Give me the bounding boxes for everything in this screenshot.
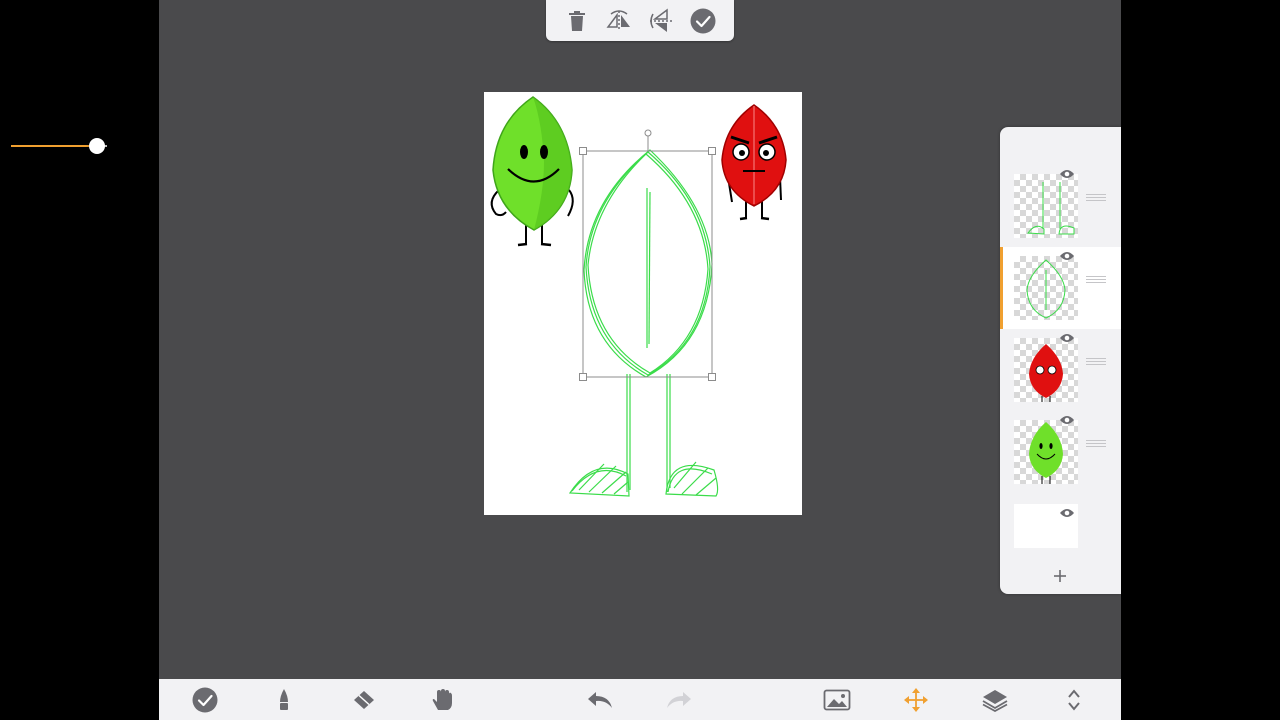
- hand-icon: [432, 689, 452, 710]
- expand-icon: [1068, 689, 1080, 711]
- transform-toolbar: [546, 0, 734, 41]
- layer-row-red-character[interactable]: [1000, 329, 1121, 411]
- add-layer-icon[interactable]: [1050, 566, 1070, 586]
- check-circle-icon: [192, 687, 218, 713]
- eye-icon[interactable]: [1059, 507, 1075, 519]
- layer-thumbnail: [1014, 420, 1078, 484]
- done-button[interactable]: [190, 685, 220, 715]
- layer-thumbnail: [1014, 174, 1078, 238]
- layer-thumbnail: [1014, 338, 1078, 402]
- trash-icon: [569, 10, 585, 31]
- undo-button[interactable]: [585, 685, 615, 715]
- drag-handle-icon[interactable]: [1086, 194, 1106, 202]
- undo-icon: [588, 692, 612, 708]
- green-leaf-character: [490, 96, 574, 247]
- layer-opacity-slider[interactable]: [11, 138, 107, 154]
- redo-button[interactable]: [664, 685, 694, 715]
- flip-vertical-icon: [650, 8, 672, 32]
- brush-icon: [280, 689, 288, 710]
- layer-row-background[interactable]: [1000, 494, 1121, 554]
- eye-icon[interactable]: [1059, 250, 1075, 262]
- leaf-body-sketch: [583, 149, 713, 378]
- drawing-canvas[interactable]: [484, 92, 802, 515]
- layer-row-legs[interactable]: [1000, 165, 1121, 247]
- layers-button[interactable]: [980, 685, 1010, 715]
- bottom-toolbar: [159, 679, 1121, 720]
- layer-thumbnail: [1014, 256, 1078, 320]
- red-leaf-character: [721, 104, 787, 221]
- opacity-knob[interactable]: [89, 138, 106, 154]
- layers-icon: [982, 690, 1008, 712]
- flip-vertical-button[interactable]: [646, 6, 676, 36]
- eraser-tool-button[interactable]: [348, 685, 378, 715]
- hand-tool-button[interactable]: [427, 685, 457, 715]
- layer-row-green-character[interactable]: [1000, 411, 1121, 493]
- delete-button[interactable]: [562, 6, 592, 36]
- drag-handle-icon[interactable]: [1086, 358, 1106, 366]
- redo-icon: [667, 692, 691, 708]
- eraser-icon: [354, 691, 374, 709]
- letterbox-left: [0, 0, 159, 720]
- drag-handle-icon[interactable]: [1086, 276, 1106, 284]
- flip-horizontal-button[interactable]: [604, 6, 634, 36]
- layer-row-body-sketch[interactable]: [1000, 247, 1121, 329]
- eye-icon[interactable]: [1059, 168, 1075, 180]
- confirm-check-icon: [690, 8, 716, 33]
- expand-toolbar-button[interactable]: [1059, 685, 1089, 715]
- opacity-fill: [11, 145, 96, 147]
- letterbox-right: [1121, 0, 1280, 720]
- image-button[interactable]: [822, 685, 852, 715]
- move-tool-button[interactable]: [901, 685, 931, 715]
- confirm-transform-button[interactable]: [688, 6, 718, 36]
- brush-tool-button[interactable]: [269, 685, 299, 715]
- eye-icon[interactable]: [1059, 332, 1075, 344]
- flip-horizontal-icon: [606, 9, 630, 31]
- move-icon: [904, 688, 928, 712]
- eye-icon[interactable]: [1059, 414, 1075, 426]
- legs-sketch: [568, 374, 719, 497]
- image-icon: [823, 689, 851, 711]
- drag-handle-icon[interactable]: [1086, 440, 1106, 448]
